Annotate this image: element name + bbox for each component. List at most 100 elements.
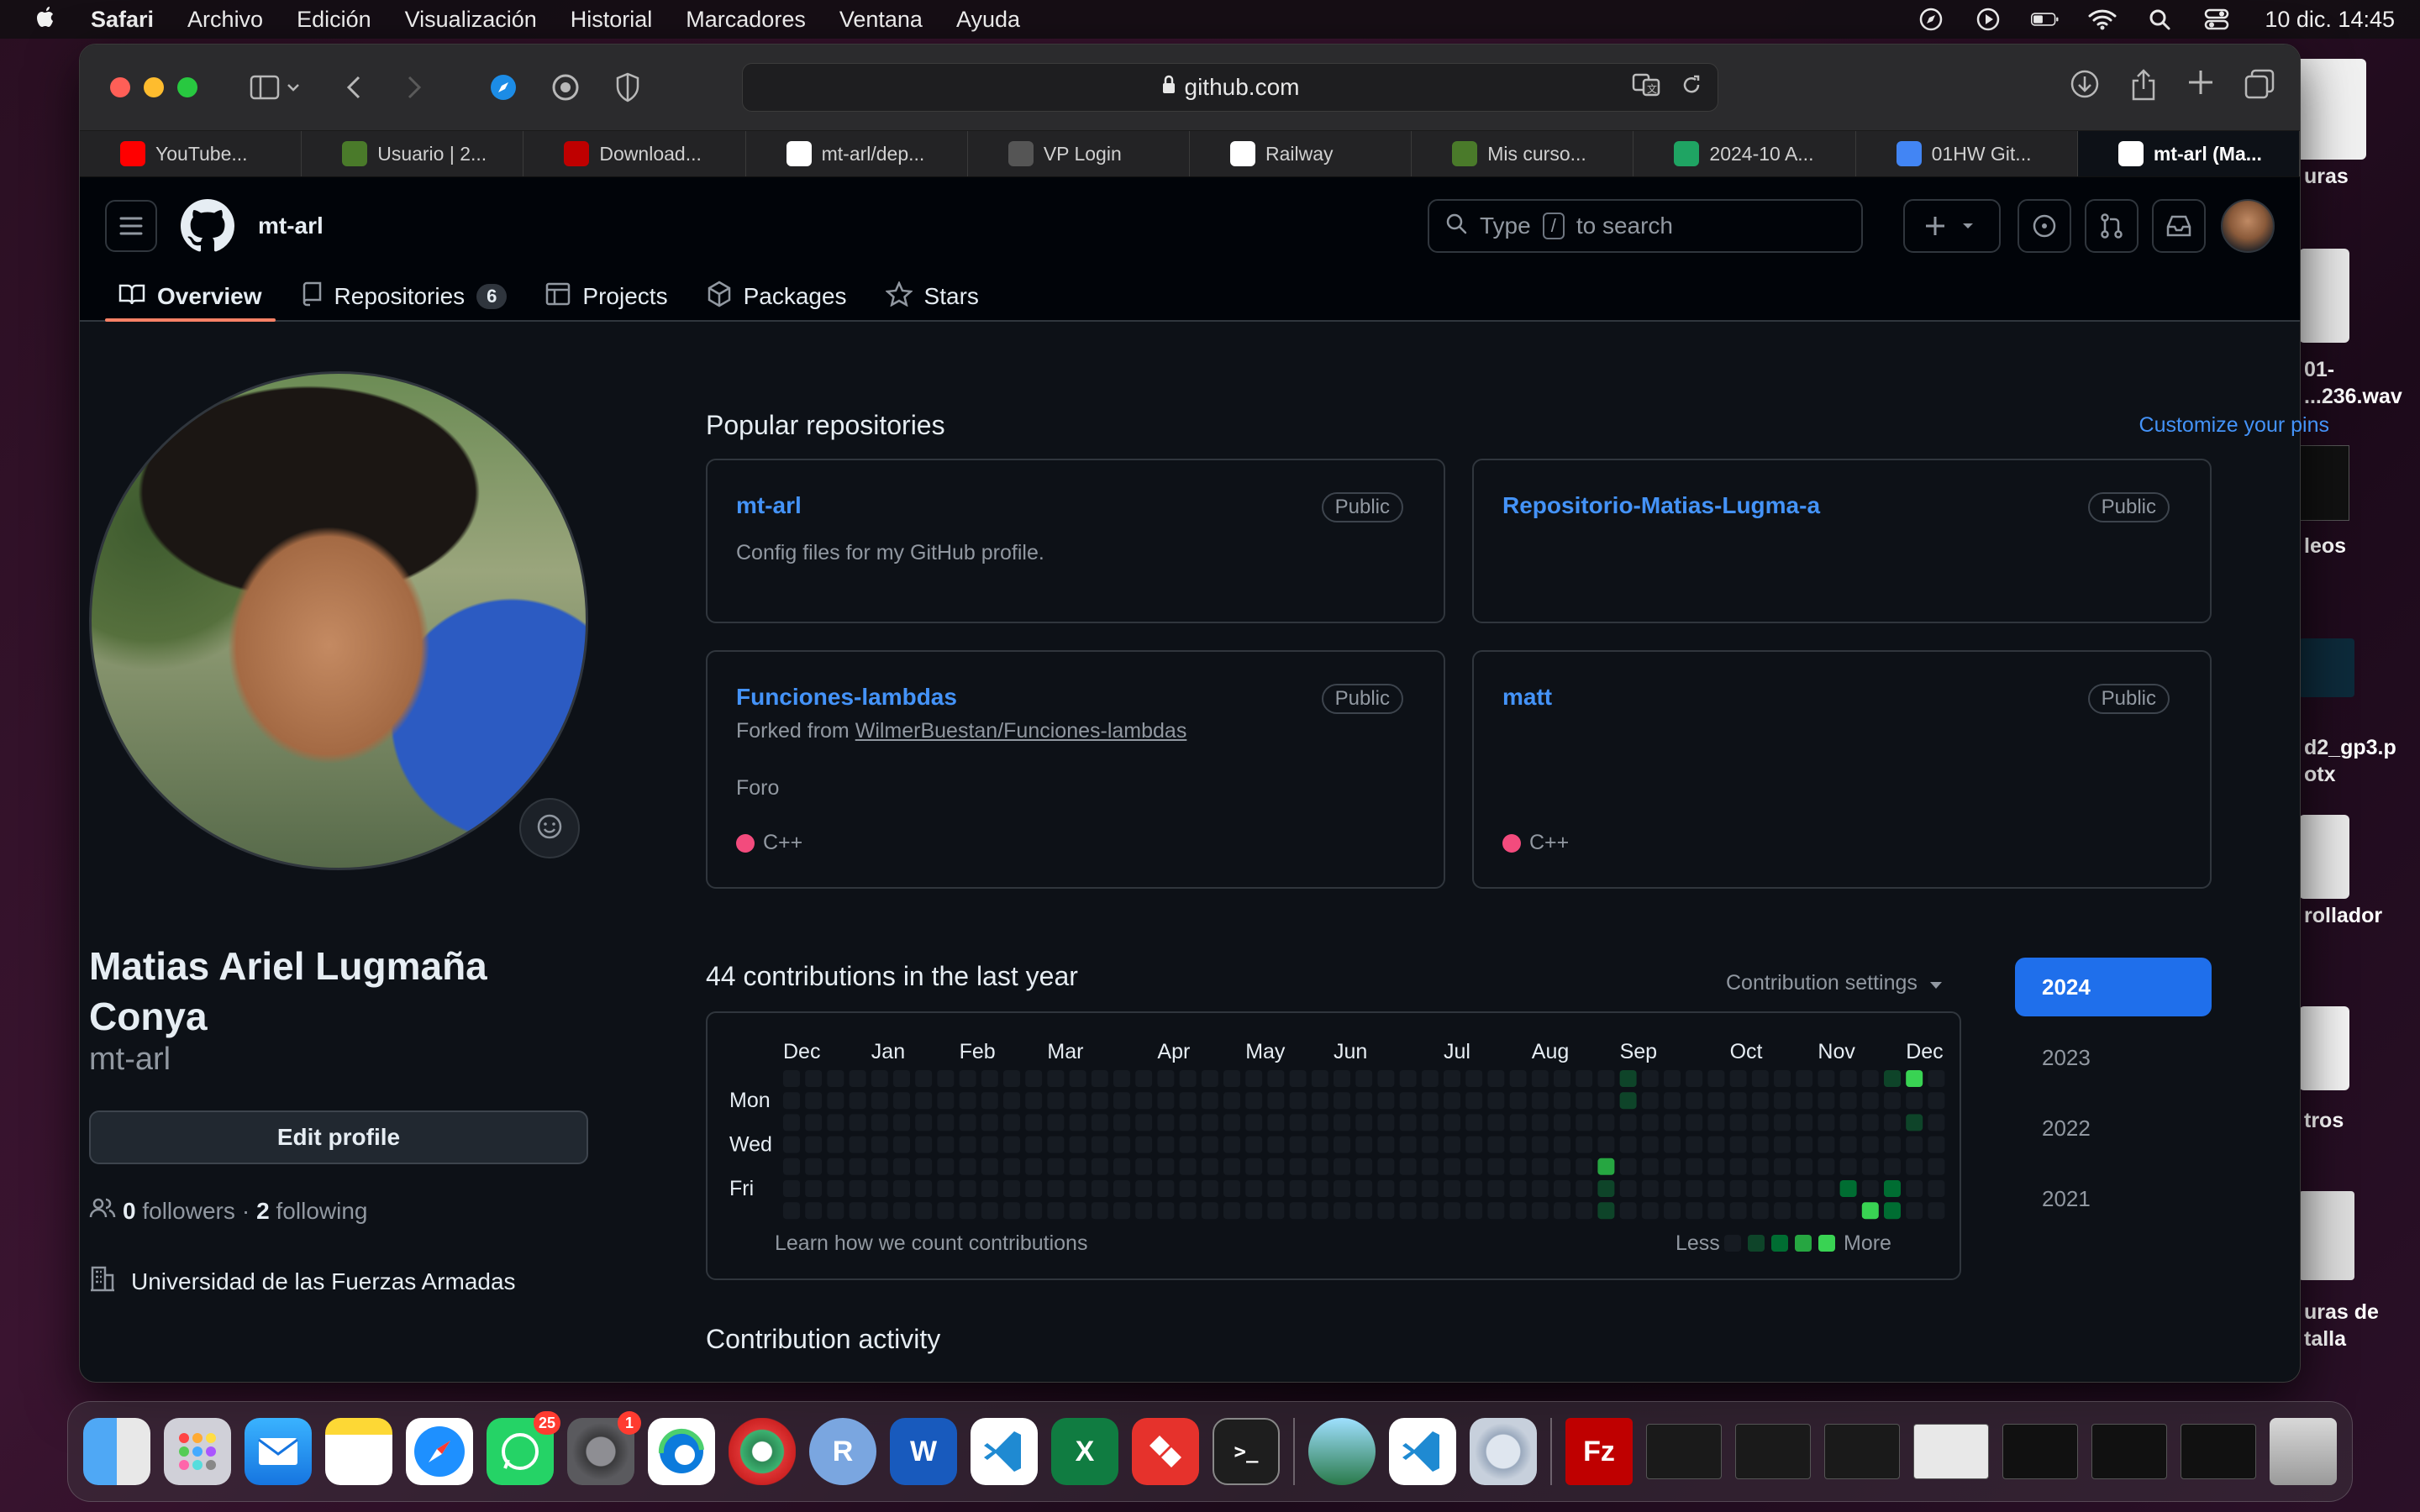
contribution-day-cell[interactable] xyxy=(1421,1092,1439,1110)
contribution-day-cell[interactable] xyxy=(1641,1114,1659,1131)
contribution-day-cell[interactable] xyxy=(959,1180,976,1197)
contribution-day-cell[interactable] xyxy=(1135,1092,1153,1110)
contribution-day-cell[interactable] xyxy=(1751,1202,1769,1220)
contribution-day-cell[interactable] xyxy=(1818,1070,1835,1087)
contribution-day-cell[interactable] xyxy=(1421,1202,1439,1220)
contribution-day-cell[interactable] xyxy=(1069,1092,1086,1110)
contribution-day-cell[interactable] xyxy=(1928,1158,1945,1175)
contribution-day-cell[interactable] xyxy=(1311,1114,1328,1131)
contribution-day-cell[interactable] xyxy=(1531,1114,1549,1131)
contribution-day-cell[interactable] xyxy=(1861,1202,1879,1220)
contribution-day-cell[interactable] xyxy=(783,1202,800,1220)
contribution-day-cell[interactable] xyxy=(1157,1136,1175,1153)
contribution-day-cell[interactable] xyxy=(1751,1180,1769,1197)
vscode-icon[interactable] xyxy=(971,1418,1038,1485)
contribution-day-cell[interactable] xyxy=(1686,1136,1703,1153)
contribution-day-cell[interactable] xyxy=(827,1092,844,1110)
contribution-day-cell[interactable] xyxy=(1884,1202,1901,1220)
contribution-day-cell[interactable] xyxy=(1861,1180,1879,1197)
contribution-day-cell[interactable] xyxy=(1818,1180,1835,1197)
contribution-day-cell[interactable] xyxy=(1774,1136,1791,1153)
minimized-window-thumbnail[interactable] xyxy=(2002,1424,2078,1479)
contribution-day-cell[interactable] xyxy=(1245,1092,1263,1110)
contribution-day-cell[interactable] xyxy=(1509,1114,1527,1131)
contribution-day-cell[interactable] xyxy=(805,1136,823,1153)
downloads-icon[interactable] xyxy=(2070,69,2100,105)
contribution-day-cell[interactable] xyxy=(1311,1202,1328,1220)
play-icon[interactable] xyxy=(1974,5,2002,34)
contribution-day-cell[interactable] xyxy=(1619,1158,1637,1175)
contribution-day-cell[interactable] xyxy=(1377,1136,1395,1153)
contribution-day-cell[interactable] xyxy=(1554,1158,1570,1175)
contribution-day-cell[interactable] xyxy=(1619,1180,1637,1197)
contribution-day-cell[interactable] xyxy=(849,1070,866,1087)
system-preferences-icon[interactable] xyxy=(1470,1418,1537,1485)
contribution-day-cell[interactable] xyxy=(1861,1092,1879,1110)
contribution-day-cell[interactable] xyxy=(1641,1202,1659,1220)
contribution-day-cell[interactable] xyxy=(1311,1158,1328,1175)
contribution-day-cell[interactable] xyxy=(1003,1070,1020,1087)
contribution-day-cell[interactable] xyxy=(1113,1158,1130,1175)
contribution-day-cell[interactable] xyxy=(1267,1180,1285,1197)
tab-overview[interactable]: Overview xyxy=(105,273,276,322)
browser-tab[interactable]: 01HW Git... xyxy=(1856,131,2078,176)
contribution-day-cell[interactable] xyxy=(981,1070,998,1087)
contribution-day-cell[interactable] xyxy=(1509,1136,1527,1153)
desktop-item[interactable]: leos xyxy=(2299,445,2413,559)
profile-avatar[interactable] xyxy=(89,371,588,870)
contribution-day-cell[interactable] xyxy=(1421,1180,1439,1197)
contribution-day-cell[interactable] xyxy=(849,1136,866,1153)
contribution-day-cell[interactable] xyxy=(1597,1114,1615,1131)
contribution-day-cell[interactable] xyxy=(871,1180,888,1197)
contribution-day-cell[interactable] xyxy=(1113,1180,1130,1197)
excel-icon[interactable]: X xyxy=(1051,1418,1118,1485)
contribution-day-cell[interactable] xyxy=(1707,1136,1725,1153)
contribution-day-cell[interactable] xyxy=(1818,1114,1835,1131)
contribution-day-cell[interactable] xyxy=(1619,1092,1637,1110)
contribution-day-cell[interactable] xyxy=(1334,1180,1350,1197)
contribution-day-cell[interactable] xyxy=(1554,1114,1570,1131)
menu-edicion[interactable]: Edición xyxy=(297,7,371,33)
contribution-day-cell[interactable] xyxy=(1487,1070,1505,1087)
extension-compass-icon[interactable] xyxy=(485,69,522,106)
contribution-day-cell[interactable] xyxy=(1554,1180,1570,1197)
contribution-day-cell[interactable] xyxy=(805,1202,823,1220)
customize-pins-link[interactable]: Customize your pins xyxy=(2139,413,2329,438)
contribution-day-cell[interactable] xyxy=(783,1158,800,1175)
contribution-day-cell[interactable] xyxy=(1554,1092,1570,1110)
contribution-day-cell[interactable] xyxy=(1245,1158,1263,1175)
repo-link[interactable]: mt-arl xyxy=(736,492,802,519)
contribution-day-cell[interactable] xyxy=(1686,1180,1703,1197)
contribution-day-cell[interactable] xyxy=(1334,1136,1350,1153)
contribution-day-cell[interactable] xyxy=(959,1114,976,1131)
contribution-day-cell[interactable] xyxy=(1355,1180,1373,1197)
contribution-day-cell[interactable] xyxy=(849,1180,866,1197)
contribution-day-cell[interactable] xyxy=(1003,1114,1020,1131)
contribution-day-cell[interactable] xyxy=(1223,1114,1240,1131)
contribution-day-cell[interactable] xyxy=(1597,1136,1615,1153)
contribution-day-cell[interactable] xyxy=(1113,1136,1130,1153)
contribution-day-cell[interactable] xyxy=(959,1158,976,1175)
contribution-day-cell[interactable] xyxy=(1223,1202,1240,1220)
contribution-day-cell[interactable] xyxy=(1839,1202,1857,1220)
contribution-day-cell[interactable] xyxy=(1884,1114,1901,1131)
contribution-day-cell[interactable] xyxy=(1025,1158,1043,1175)
contribution-day-cell[interactable] xyxy=(1818,1158,1835,1175)
contribution-day-cell[interactable] xyxy=(1399,1070,1417,1087)
contribution-day-cell[interactable] xyxy=(1641,1070,1659,1087)
edge-icon[interactable] xyxy=(648,1418,715,1485)
contribution-day-cell[interactable] xyxy=(1751,1136,1769,1153)
contribution-day-cell[interactable] xyxy=(1774,1114,1791,1131)
contribution-day-cell[interactable] xyxy=(1311,1136,1328,1153)
contribution-day-cell[interactable] xyxy=(1091,1180,1108,1197)
r-icon[interactable]: R xyxy=(809,1418,876,1485)
contribution-day-cell[interactable] xyxy=(1597,1070,1615,1087)
contribution-day-cell[interactable] xyxy=(1707,1180,1725,1197)
contribution-day-cell[interactable] xyxy=(1355,1070,1373,1087)
vscode-insiders-icon[interactable] xyxy=(1389,1418,1456,1485)
finder-icon[interactable] xyxy=(83,1418,150,1485)
user-avatar[interactable] xyxy=(2221,199,2275,253)
contribution-day-cell[interactable] xyxy=(1201,1158,1218,1175)
contribution-day-cell[interactable] xyxy=(981,1202,998,1220)
edit-profile-button[interactable]: Edit profile xyxy=(89,1110,588,1164)
